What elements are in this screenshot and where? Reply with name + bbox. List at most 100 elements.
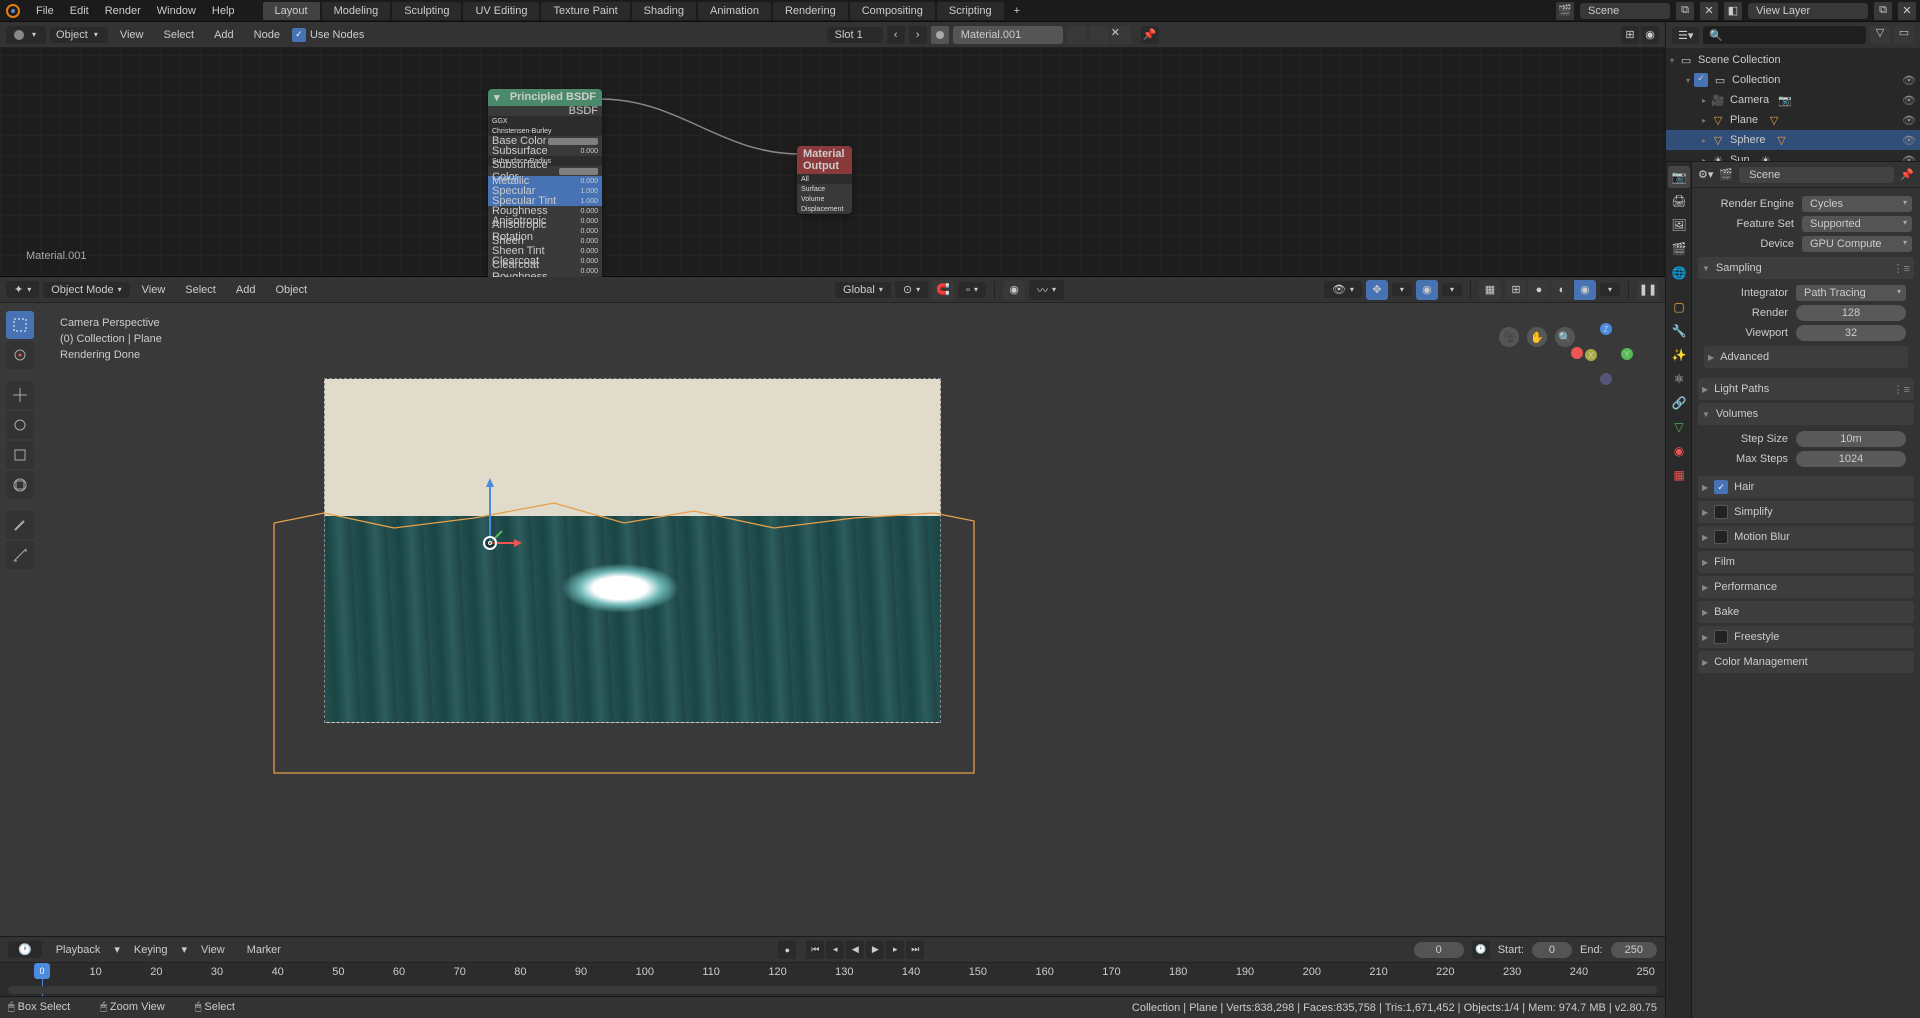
timeline-canvas[interactable]: 0102030405060708090100110120130140150160… bbox=[0, 963, 1665, 996]
gizmo-options-dropdown[interactable] bbox=[1392, 283, 1412, 296]
blender-logo-icon[interactable] bbox=[4, 2, 22, 20]
end-frame-field[interactable]: 250 bbox=[1611, 942, 1657, 958]
step-size-field[interactable]: 10m bbox=[1796, 431, 1906, 447]
shading-wireframe[interactable]: ⊞ bbox=[1505, 280, 1527, 300]
editor-type-dropdown[interactable]: ⚙▾ bbox=[1698, 168, 1713, 181]
mode-dropdown[interactable]: Object Mode bbox=[43, 282, 129, 298]
tab-material[interactable]: ◉ bbox=[1668, 440, 1690, 462]
delete-layer-button[interactable]: ✕ bbox=[1898, 2, 1916, 20]
current-frame-field[interactable]: 0 bbox=[1414, 942, 1464, 958]
snap-toggle[interactable]: 🧲 bbox=[932, 280, 954, 300]
simplify-checkbox[interactable] bbox=[1714, 505, 1728, 519]
tab-constraints[interactable]: 🔗 bbox=[1668, 392, 1690, 414]
tab-modifiers[interactable]: 🔧 bbox=[1668, 320, 1690, 342]
snap-button[interactable]: ⊞ bbox=[1621, 26, 1639, 44]
view-layer-field[interactable]: View Layer bbox=[1748, 3, 1868, 19]
output-target[interactable]: All bbox=[797, 174, 852, 184]
output-surface[interactable]: Surface bbox=[797, 184, 852, 194]
menu-render[interactable]: Render bbox=[97, 0, 149, 21]
pause-render-button[interactable]: ❚❚ bbox=[1637, 280, 1659, 300]
start-frame-field[interactable]: 0 bbox=[1532, 942, 1572, 958]
shading-solid[interactable]: ● bbox=[1528, 280, 1550, 300]
menu-window[interactable]: Window bbox=[149, 0, 204, 21]
tool-measure[interactable] bbox=[6, 541, 34, 569]
add-workspace-button[interactable]: + bbox=[1006, 2, 1028, 20]
panel-colormgmt-header[interactable]: ▶Color Management bbox=[1698, 651, 1914, 673]
pan-button[interactable]: ✋ bbox=[1527, 327, 1547, 347]
output-displacement[interactable]: Displacement bbox=[797, 204, 852, 214]
tab-texturepaint[interactable]: Texture Paint bbox=[541, 2, 629, 20]
material-users-button[interactable] bbox=[1067, 26, 1087, 44]
outliner-new-collection-button[interactable]: ▭ bbox=[1894, 26, 1914, 44]
tab-output[interactable]: 🖨 bbox=[1668, 190, 1690, 212]
tab-world[interactable]: 🌐 bbox=[1668, 262, 1690, 284]
node-input-ggx[interactable]: GGX bbox=[488, 116, 602, 126]
tool-select-box[interactable] bbox=[6, 311, 34, 339]
menu-edit[interactable]: Edit bbox=[62, 0, 97, 21]
pivot-dropdown[interactable]: ⊙ bbox=[895, 281, 928, 298]
editor-type-dropdown[interactable] bbox=[6, 26, 46, 44]
slot-dropdown[interactable]: Slot 1 bbox=[827, 27, 883, 43]
shading-lookdev[interactable]: ◐ bbox=[1551, 280, 1573, 300]
tool-transform[interactable] bbox=[6, 471, 34, 499]
play-button[interactable]: ▶ bbox=[866, 941, 884, 959]
editor-type-dropdown[interactable]: 🕐 bbox=[8, 941, 42, 958]
tab-texture[interactable]: ▦ bbox=[1668, 464, 1690, 486]
jump-start-button[interactable]: ⏮ bbox=[806, 941, 824, 959]
tab-scripting[interactable]: Scripting bbox=[937, 2, 1004, 20]
delete-scene-button[interactable]: ✕ bbox=[1700, 2, 1718, 20]
tool-rotate[interactable] bbox=[6, 411, 34, 439]
editor-type-dropdown[interactable]: ✦ bbox=[6, 281, 39, 298]
outliner-item-camera[interactable]: ▸🎥Camera📷👁 bbox=[1666, 90, 1920, 110]
panel-film-header[interactable]: ▶Film bbox=[1698, 551, 1914, 573]
autokey-button[interactable]: ● bbox=[778, 941, 796, 959]
vp-menu-view[interactable]: View bbox=[134, 284, 174, 296]
tl-marker-menu[interactable]: Marker bbox=[239, 944, 289, 956]
panel-sampling-header[interactable]: ▼Sampling⋮≡ bbox=[1698, 257, 1914, 279]
material-output-node[interactable]: Material Output All Surface Volume Displ… bbox=[797, 146, 852, 214]
camera-view-button[interactable]: 🎥 bbox=[1499, 327, 1519, 347]
tab-data[interactable]: ▽ bbox=[1668, 416, 1690, 438]
orientation-gizmo[interactable]: Z Y X bbox=[1571, 323, 1641, 393]
tab-sculpting[interactable]: Sculpting bbox=[392, 2, 461, 20]
freestyle-checkbox[interactable] bbox=[1714, 630, 1728, 644]
shader-menu-add[interactable]: Add bbox=[206, 29, 242, 41]
outliner-item-plane[interactable]: ▸▽Plane▽👁 bbox=[1666, 110, 1920, 130]
max-steps-field[interactable]: 1024 bbox=[1796, 451, 1906, 467]
use-nodes-checkbox[interactable]: ✓ bbox=[292, 28, 306, 42]
tab-animation[interactable]: Animation bbox=[698, 2, 771, 20]
snap-type-dropdown[interactable]: ▫ bbox=[958, 282, 986, 298]
output-volume[interactable]: Volume bbox=[797, 194, 852, 204]
timeline-scrollbar[interactable] bbox=[8, 986, 1657, 994]
copy-layer-button[interactable]: ⧉ bbox=[1874, 2, 1892, 20]
outliner-filter-button[interactable]: ▽ bbox=[1870, 26, 1890, 44]
vp-menu-add[interactable]: Add bbox=[228, 284, 264, 296]
material-copy-button[interactable] bbox=[1089, 26, 1109, 44]
tab-object[interactable]: ▢ bbox=[1668, 296, 1690, 318]
outliner-type-dropdown[interactable]: ☰▾ bbox=[1672, 27, 1699, 44]
tab-render[interactable]: 📷 bbox=[1668, 166, 1690, 188]
overlay-toggle[interactable]: ◉ bbox=[1416, 280, 1438, 300]
tool-move[interactable] bbox=[6, 381, 34, 409]
material-unlink-button[interactable]: ✕ bbox=[1111, 26, 1131, 44]
feature-set-dropdown[interactable]: Supported bbox=[1802, 216, 1912, 232]
copy-scene-button[interactable]: ⧉ bbox=[1676, 2, 1694, 20]
xray-toggle[interactable]: ▦ bbox=[1479, 280, 1501, 300]
shader-menu-node[interactable]: Node bbox=[246, 29, 288, 41]
transform-gizmo[interactable] bbox=[470, 523, 510, 563]
menu-file[interactable]: File bbox=[28, 0, 62, 21]
play-reverse-button[interactable]: ◀ bbox=[846, 941, 864, 959]
panel-lightpaths-header[interactable]: ▶Light Paths⋮≡ bbox=[1698, 378, 1914, 400]
tool-cursor[interactable] bbox=[6, 341, 34, 369]
material-name-field[interactable]: Material.001 bbox=[953, 26, 1063, 44]
vp-menu-object[interactable]: Object bbox=[267, 284, 315, 296]
tab-physics[interactable]: ⚛ bbox=[1668, 368, 1690, 390]
panel-bake-header[interactable]: ▶Bake bbox=[1698, 601, 1914, 623]
panel-performance-header[interactable]: ▶Performance bbox=[1698, 576, 1914, 598]
scene-name-field[interactable]: Scene bbox=[1580, 3, 1670, 19]
overlay-button[interactable]: ◉ bbox=[1641, 26, 1659, 44]
tab-layout[interactable]: Layout bbox=[263, 2, 320, 20]
keyframe-prev-button[interactable]: ◂ bbox=[826, 941, 844, 959]
tab-uvediting[interactable]: UV Editing bbox=[463, 2, 539, 20]
pin-button[interactable]: 📌 bbox=[1900, 168, 1914, 181]
